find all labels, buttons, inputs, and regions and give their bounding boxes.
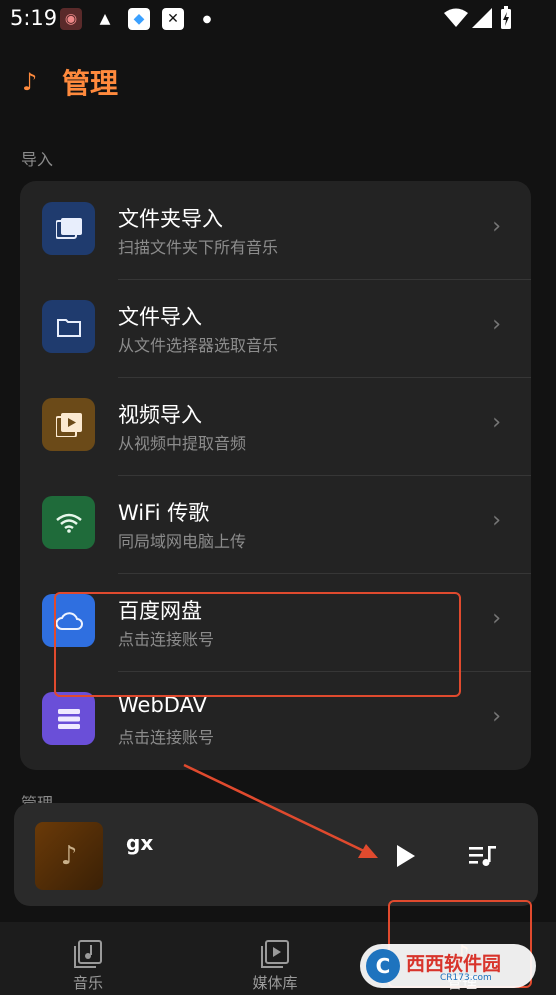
dot-icon: ● — [202, 13, 212, 25]
music-note-icon: ♪ — [22, 68, 38, 96]
import-item-title: 文件夹导入 — [118, 207, 223, 231]
album-art-icon: ♪ — [35, 822, 103, 890]
video-library-icon — [205, 940, 345, 970]
page-title: 管理 — [62, 67, 119, 100]
app-icon: ◆ — [128, 8, 150, 30]
import-item-title: WiFi 传歌 — [118, 501, 210, 525]
folder-icon — [42, 300, 95, 353]
import-item-folder-import[interactable]: 文件夹导入 扫描文件夹下所有音乐 › — [20, 181, 531, 279]
nav-item-media-library[interactable]: 媒体库 — [205, 922, 345, 995]
folders-icon — [42, 202, 95, 255]
watermark-text-block: 西西软件园 CR173.com — [400, 949, 501, 983]
chevron-right-icon: › — [492, 214, 501, 239]
import-item-wifi-transfer[interactable]: WiFi 传歌 同局域网电脑上传 › — [20, 475, 531, 573]
mini-player[interactable]: ♪ gx — [14, 803, 538, 906]
import-item-subtitle: 从视频中提取音频 — [118, 434, 247, 453]
import-item-file-import[interactable]: 文件导入 从文件选择器选取音乐 › — [20, 279, 531, 377]
storage-icon — [42, 692, 95, 745]
import-item-subtitle: 从文件选择器选取音乐 — [118, 336, 279, 355]
chevron-right-icon: › — [492, 704, 501, 729]
status-bar: 5:19 ◉ ▲ ◆ ✕ ● — [0, 0, 556, 40]
battery-charging-icon — [501, 6, 511, 29]
wifi-icon — [444, 8, 468, 27]
import-item-subtitle: 同局域网电脑上传 — [118, 532, 247, 551]
import-item-title: 视频导入 — [118, 403, 202, 427]
import-item-subtitle: 扫描文件夹下所有音乐 — [118, 238, 279, 257]
chevron-right-icon: › — [492, 508, 501, 533]
wifi-icon — [42, 496, 95, 549]
import-item-subtitle: 点击连接账号 — [118, 728, 215, 747]
status-time: 5:19 — [10, 6, 58, 30]
play-icon[interactable] — [395, 844, 417, 868]
signal-icon — [472, 8, 492, 28]
app-icon: ◉ — [60, 8, 82, 30]
music-library-icon — [18, 940, 158, 970]
warning-icon: ▲ — [99, 11, 111, 27]
chevron-right-icon: › — [492, 606, 501, 631]
close-box-icon: ✕ — [162, 8, 184, 30]
watermark-c-icon: C — [366, 949, 400, 983]
chevron-right-icon: › — [492, 312, 501, 337]
nav-label: 媒体库 — [252, 974, 298, 992]
chevron-right-icon: › — [492, 410, 501, 435]
import-item-video-import[interactable]: 视频导入 从视频中提取音频 › — [20, 377, 531, 475]
watermark-brand: 西西软件园 — [406, 953, 502, 975]
nav-label: 音乐 — [72, 974, 103, 992]
queue-music-icon[interactable] — [469, 845, 497, 867]
import-item-title: 文件导入 — [118, 305, 202, 329]
highlight-box — [54, 592, 461, 697]
video-library-icon — [42, 398, 95, 451]
song-title: gx — [126, 831, 154, 855]
watermark-logo: C 西西软件园 CR173.com — [360, 944, 536, 988]
nav-item-music[interactable]: 音乐 — [18, 922, 158, 995]
section-label-import: 导入 — [21, 150, 54, 169]
